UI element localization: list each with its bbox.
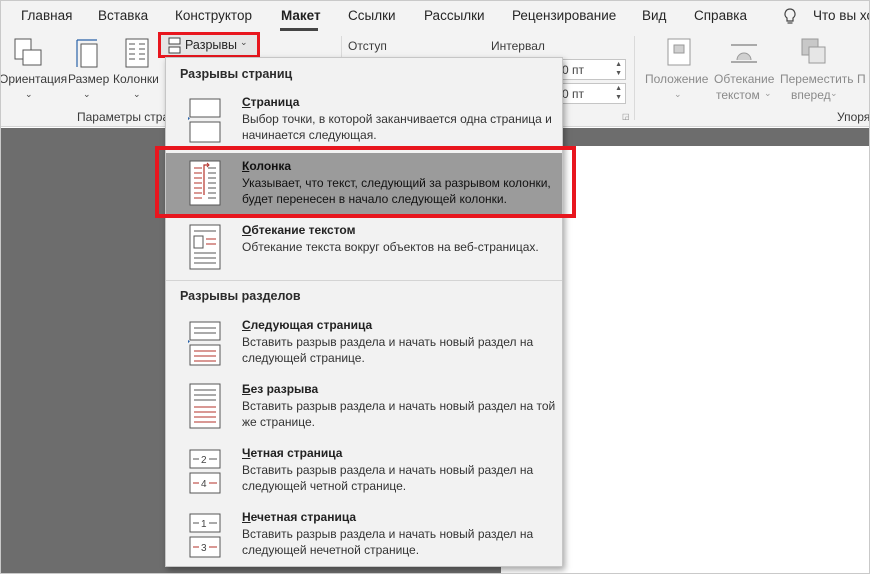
columns-button[interactable]: Колонки (113, 72, 159, 86)
spacing-label: Интервал (491, 39, 545, 53)
page-setup-group-label: Параметры стра (77, 110, 170, 124)
tab-design[interactable]: Конструктор (175, 8, 252, 23)
svg-text:3: 3 (201, 543, 207, 554)
chevron-down-icon: ⌄ (25, 89, 33, 99)
menu-item-description: Вставить разрыв раздела и начать новый р… (242, 399, 556, 429)
size-icon (76, 39, 98, 68)
menu-item-description: Вставить разрыв раздела и начать новый р… (242, 463, 534, 493)
continuous-break-icon (189, 383, 221, 429)
position-button[interactable]: Положение (645, 72, 708, 86)
chevron-down-icon: ⌄ (674, 89, 682, 99)
chevron-down-icon: ⌄ (83, 89, 91, 99)
spinner-arrows-icon[interactable]: ▲ ▼ (615, 60, 622, 78)
ribbon-divider (634, 36, 635, 120)
bring-forward-button[interactable]: Переместить (780, 72, 854, 86)
menu-divider (166, 280, 562, 281)
wrap-text-icon (731, 44, 757, 63)
tab-mailings[interactable]: Рассылки (424, 8, 485, 23)
active-tab-indicator (280, 28, 318, 31)
menu-item-description: Вставить разрыв раздела и начать новый р… (242, 527, 534, 557)
tell-me-search[interactable]: Что вы хо (813, 8, 869, 23)
svg-text:4: 4 (201, 479, 207, 490)
menu-item-odd-page-break[interactable]: 1 3 Нечетная страница Вставить разрыв ра… (166, 504, 562, 566)
wrap-text-label-2: текстом (716, 88, 760, 102)
arrange-group-label: Упоря (837, 110, 870, 124)
menu-item-title: Страница (242, 95, 300, 109)
menu-item-description: Выбор точки, в которой заканчивается одн… (242, 112, 552, 142)
tab-help[interactable]: Справка (694, 8, 747, 23)
wrap-text-button[interactable]: Обтекание (714, 72, 774, 86)
chevron-down-icon: ⌄ (240, 37, 248, 47)
chevron-down-icon: ⌄ (764, 88, 772, 98)
menu-item-title: Нечетная страница (242, 510, 357, 524)
menu-item-title: Четная страница (242, 446, 343, 460)
word-window: Главная Вставка Конструктор Макет Ссылки… (0, 0, 870, 574)
spacing-after-input[interactable]: 0 пт ▲ ▼ (559, 83, 626, 104)
menu-item-title: Следующая страница (242, 318, 373, 332)
menu-item-title: Обтекание текстом (242, 223, 356, 237)
page-break-icon (188, 98, 221, 143)
breaks-button[interactable]: Разрывы ⌄ (158, 32, 260, 58)
text-wrapping-break-icon (189, 224, 221, 270)
odd-page-break-icon: 1 3 (189, 513, 221, 558)
tab-view[interactable]: Вид (642, 8, 666, 23)
bring-forward-icon (801, 38, 826, 64)
menu-item-next-page-break[interactable]: Следующая страница Вставить разрыв разде… (166, 312, 562, 374)
spinner-arrows-icon[interactable]: ▲ ▼ (615, 84, 622, 102)
breaks-label: Разрывы (185, 38, 238, 52)
columns-icon (125, 38, 149, 68)
section-breaks-header: Разрывы разделов (180, 289, 301, 303)
even-page-break-icon: 2 4 (189, 449, 221, 494)
orientation-button[interactable]: Ориентация (1, 72, 67, 86)
orientation-icon (14, 38, 42, 66)
highlight-frame (155, 146, 576, 218)
spacing-before-input[interactable]: 0 пт ▲ ▼ (559, 59, 626, 80)
page-breaks-header: Разрывы страниц (180, 67, 293, 81)
breaks-icon (168, 37, 181, 54)
spacing-after-value: 0 пт (562, 87, 585, 101)
svg-text:2: 2 (201, 455, 207, 466)
tab-review[interactable]: Рецензирование (512, 8, 616, 23)
bring-forward-label-2: вперед (791, 88, 831, 102)
tab-home[interactable]: Главная (21, 8, 72, 23)
menu-item-title: Без разрыва (242, 382, 319, 396)
menu-item-even-page-break[interactable]: 2 4 Четная страница Вставить разрыв разд… (166, 440, 562, 502)
breaks-dropdown-menu: Разрывы страниц Страница Выбор точки, в … (165, 57, 563, 567)
menu-item-page-break[interactable]: Страница Выбор точки, в которой заканчив… (166, 89, 562, 151)
dialog-launcher-icon[interactable]: ◲ (622, 112, 630, 121)
menu-item-description: Обтекание текста вокруг объектов на веб-… (242, 240, 539, 254)
tab-references[interactable]: Ссылки (348, 8, 396, 23)
svg-text:1: 1 (201, 519, 207, 530)
menu-item-text-wrapping-break[interactable]: Обтекание текстом Обтекание текста вокру… (166, 217, 562, 279)
partial-button[interactable]: П (857, 72, 866, 86)
chevron-down-icon: ⌄ (830, 88, 838, 98)
tab-layout[interactable]: Макет (281, 8, 321, 23)
menu-item-continuous-break[interactable]: Без разрыва Вставить разрыв раздела и на… (166, 376, 562, 438)
indent-label: Отступ (348, 39, 387, 53)
chevron-down-icon: ⌄ (133, 89, 141, 99)
menu-item-description: Вставить разрыв раздела и начать новый р… (242, 335, 534, 365)
position-icon (667, 38, 691, 66)
size-button[interactable]: Размер (68, 72, 109, 86)
ribbon-tabs: Главная Вставка Конструктор Макет Ссылки… (1, 1, 869, 32)
tab-insert[interactable]: Вставка (98, 8, 148, 23)
spacing-before-value: 0 пт (562, 63, 585, 77)
next-page-break-icon (188, 321, 221, 366)
lightbulb-icon (784, 8, 796, 24)
